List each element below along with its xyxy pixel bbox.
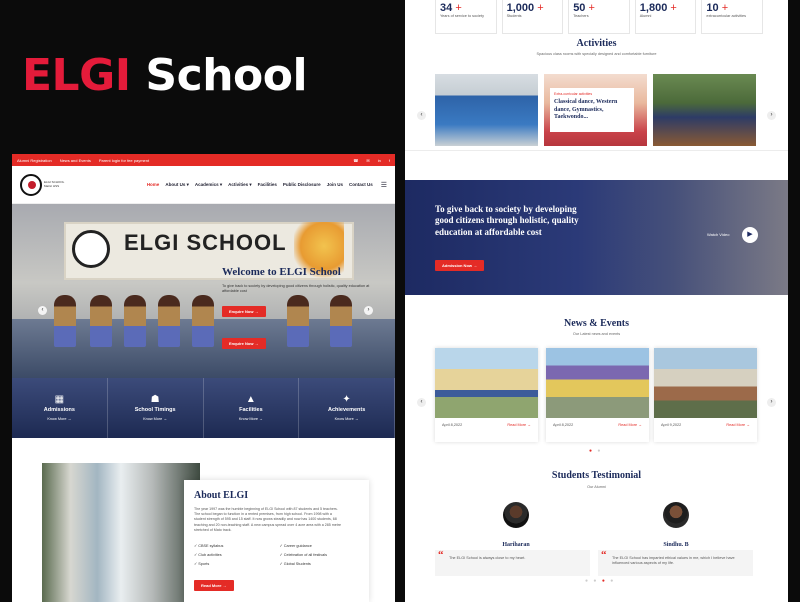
graduation-cap-icon: ▲ xyxy=(245,394,256,405)
testimonial-subtitle: Our Alumni xyxy=(587,485,606,489)
linkedin-icon[interactable]: in xyxy=(378,158,381,163)
news-subtitle: Our Latest news and events xyxy=(572,332,621,336)
logo-text: ELGI SCHOOL Matric HSS xyxy=(44,179,65,188)
homepage-mockup-left: Alumni Registration News and Events Pare… xyxy=(12,154,395,602)
list-item: ✓ Celebration of all festivals xyxy=(279,553,328,558)
homepage-mockup-right: 34 + Years of service to society 1,000 + S… xyxy=(405,0,788,602)
play-icon[interactable]: ▶ xyxy=(742,227,758,243)
stat-years: 34 + Years of service to society xyxy=(435,0,497,34)
teacher-icon: ☗ xyxy=(150,394,160,405)
menu-home[interactable]: Home xyxy=(147,182,160,188)
menu-about[interactable]: About Us ▾ xyxy=(165,182,189,188)
about-title: About ELGI xyxy=(194,490,249,501)
topbar-link-alumni[interactable]: Alumni Registration xyxy=(17,158,52,163)
about-text: The year 1997 was the humble beginning o… xyxy=(194,507,341,532)
list-item: ✓ Sports xyxy=(194,562,210,567)
testimonial-title: Students Testimonial xyxy=(551,470,642,481)
chevron-left-icon[interactable]: ‹ xyxy=(417,111,426,120)
stat-activities: 10 + extracurricular activities xyxy=(701,0,763,34)
hero-title: Welcome to ELGI School xyxy=(222,266,341,278)
watch-video-label[interactable]: Watch Video xyxy=(707,232,729,237)
activity-image-gardening[interactable] xyxy=(653,74,756,146)
brand-title: ELGI School xyxy=(22,50,308,101)
news-card[interactable]: April 8,2022 Read More → xyxy=(546,348,649,442)
topbar-link-news[interactable]: News and Events xyxy=(60,158,91,163)
activity-card-dance[interactable]: Extra-curricular activities Classical da… xyxy=(544,74,647,146)
hamburger-icon[interactable]: ☰ xyxy=(381,181,387,189)
menu-join-us[interactable]: Join Us xyxy=(327,182,343,188)
school-logo[interactable] xyxy=(20,173,42,196)
menu-contact[interactable]: Contact Us xyxy=(349,182,373,188)
list-item: ✓ Club activities xyxy=(194,553,222,558)
feature-admissions[interactable]: ▦ Admissions Know More → xyxy=(12,378,108,438)
chevron-right-icon[interactable]: › xyxy=(767,398,776,407)
topbar-link-fee[interactable]: Parent login for fee payment xyxy=(99,158,149,163)
menu-academics[interactable]: Academics ▾ xyxy=(195,182,222,188)
main-nav: ELGI SCHOOL Matric HSS Home About Us ▾ A… xyxy=(12,166,395,204)
stat-teachers: 50 + Teachers xyxy=(568,0,630,34)
list-item: ✓ Career guidance xyxy=(279,544,312,549)
stats-row: 34 + Years of service to society 1,000 + S… xyxy=(435,0,763,34)
list-item: ✓ Global Students xyxy=(279,562,311,567)
testimonial-card: The ELGI School is always close to my he… xyxy=(435,549,590,576)
enquire-button[interactable]: Enquire Now → xyxy=(222,306,266,317)
avatar xyxy=(663,502,689,528)
stat-students: 1,000 + Students xyxy=(501,0,564,34)
menu: Home About Us ▾ Academics ▾ Activities ▾… xyxy=(147,182,373,188)
hero-subtitle: To give back to society by developing go… xyxy=(222,284,370,294)
chevron-right-icon[interactable]: › xyxy=(364,306,373,315)
about-section: About ELGI The year 1997 was the humble … xyxy=(12,438,395,602)
mission-banner: To give back to society by developing go… xyxy=(405,180,788,295)
admission-button[interactable]: Admission Now → xyxy=(435,260,485,271)
facebook-icon[interactable]: f xyxy=(389,158,390,163)
mission-quote: To give back to society by developing go… xyxy=(435,204,579,237)
card-kicker: Extra-curricular activities xyxy=(554,92,593,96)
avatar xyxy=(503,502,529,528)
chevron-left-icon[interactable]: ‹ xyxy=(417,398,426,407)
stat-alumni: 1,800 + Alumni xyxy=(634,0,697,34)
feature-strip: ▦ Admissions Know More → ☗ School Timing… xyxy=(12,378,395,438)
list-item: ✓ CBSE syllabus xyxy=(194,544,224,549)
feature-facilities[interactable]: ▲ Facilities Know More → xyxy=(203,378,300,438)
runner-icon: ✦ xyxy=(342,394,351,405)
enquire-button-secondary[interactable]: Enquire Now → xyxy=(222,338,266,349)
feature-achievements[interactable]: ✦ Achievements Know More → xyxy=(299,378,395,438)
mail-icon[interactable]: ✉ xyxy=(366,158,369,163)
top-bar: Alumni Registration News and Events Pare… xyxy=(12,154,395,166)
menu-public-disclosure[interactable]: Public Disclosure xyxy=(283,182,321,188)
campus-image xyxy=(42,463,200,602)
activities-title: Activities xyxy=(576,38,617,49)
chevron-left-icon[interactable]: ‹ xyxy=(38,306,47,315)
testimonial-name: Hariharan xyxy=(502,542,530,548)
chevron-right-icon[interactable]: › xyxy=(767,111,776,120)
about-list: ✓ CBSE syllabus ✓ Career guidance ✓ Club… xyxy=(194,543,359,566)
read-more-button[interactable]: Read More → xyxy=(194,580,234,592)
phone-icon[interactable]: ☎ xyxy=(353,158,358,163)
news-card[interactable]: April 8,2022 Read More → xyxy=(435,348,538,442)
news-title: News & Events xyxy=(564,318,629,329)
activities-subtitle: Spacious class rooms with specially desi… xyxy=(536,52,657,56)
carousel-dots[interactable]: ● ● xyxy=(589,448,602,454)
feature-school-timings[interactable]: ☗ School Timings Know More → xyxy=(107,378,204,438)
building-icon: ▦ xyxy=(54,394,65,405)
about-card: About ELGI The year 1997 was the humble … xyxy=(184,480,369,602)
card-title: Classical dance, Western dance, Gymnasti… xyxy=(554,99,618,120)
testimonial-card: The ELGI School has imparted ethical val… xyxy=(598,549,753,576)
news-card[interactable]: April 9,2022 Read More → xyxy=(654,348,757,442)
menu-activities[interactable]: Activities ▾ xyxy=(228,182,252,188)
menu-facilities[interactable]: Facilities xyxy=(258,182,277,188)
testimonial-dots[interactable]: ● ● ● ● xyxy=(585,578,615,584)
testimonial-name: Sindhu. B xyxy=(663,542,689,548)
hero-slider: ELGI SCHOOL Welcome to ELGI School To gi… xyxy=(12,204,395,379)
activity-image-court[interactable] xyxy=(435,74,538,146)
